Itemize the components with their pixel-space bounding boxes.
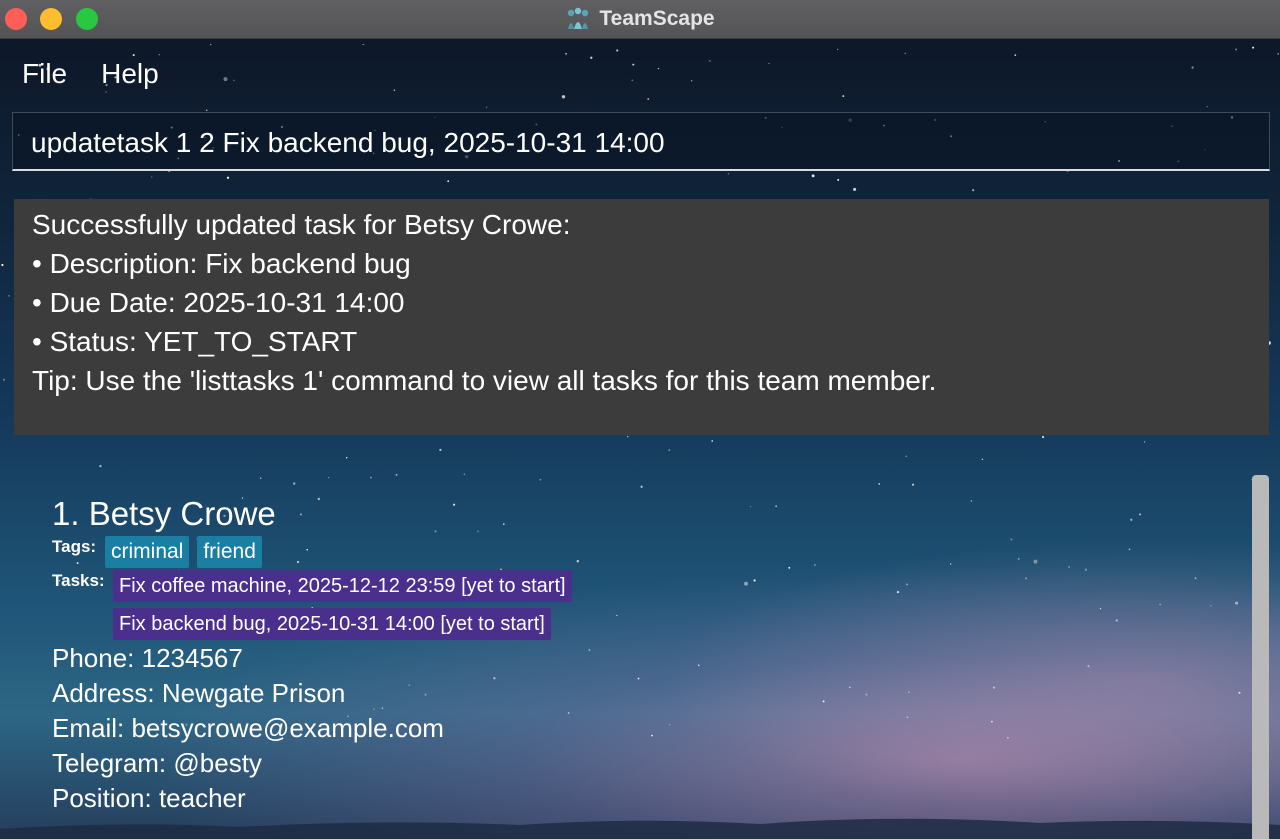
window-title-group: TeamScape [0, 0, 1280, 38]
task-chip: Fix backend bug, 2025-10-31 14:00 [yet t… [113, 608, 551, 640]
star [727, 172, 730, 175]
star [205, 109, 208, 112]
star [981, 458, 984, 461]
star [1143, 441, 1146, 443]
menu-bar: File Help [0, 44, 171, 104]
star [590, 56, 593, 59]
star [447, 180, 450, 183]
star [151, 176, 153, 178]
star [2, 378, 5, 381]
result-line: • Description: Fix backend bug [32, 248, 411, 279]
menu-help[interactable]: Help [101, 58, 159, 90]
star [904, 52, 906, 55]
email-field: Email: betsycrowe@example.com [52, 713, 444, 743]
star [99, 464, 102, 468]
star [1206, 105, 1208, 108]
star [1277, 53, 1279, 55]
tag-list: criminal friend [105, 536, 262, 568]
result-line: Successfully updated task for Betsy Crow… [32, 209, 571, 240]
star [485, 106, 488, 109]
person-list-scrollbar[interactable] [1252, 475, 1269, 839]
star [1014, 54, 1017, 56]
result-line: • Status: YET_TO_START [32, 326, 358, 357]
task-chip: Fix coffee machine, 2025-12-12 23:59 [ye… [113, 570, 572, 602]
title-bar: TeamScape [0, 0, 1280, 39]
star [1235, 48, 1238, 51]
star [223, 77, 228, 82]
tag: criminal [105, 536, 190, 568]
scrollbar-thumb[interactable] [1252, 475, 1269, 839]
tags-row: Tags: criminal friend [52, 536, 1202, 568]
person-name: 1. Betsy Crowe [52, 495, 276, 532]
address-field: Address: Newgate Prison [52, 678, 346, 708]
star [711, 440, 714, 442]
menu-file[interactable]: File [22, 58, 67, 90]
star [657, 67, 660, 70]
star [565, 52, 567, 55]
star [233, 79, 235, 82]
star [647, 98, 650, 100]
telegram-field: Telegram: @besty [52, 748, 262, 778]
command-input[interactable] [31, 123, 1251, 163]
star [905, 455, 908, 457]
position-field: Position: teacher [52, 783, 246, 813]
star [1042, 435, 1045, 439]
star [768, 62, 770, 65]
person-list[interactable]: 1. Betsy Crowe Tags: criminal friend Tas… [0, 470, 1246, 839]
command-box [12, 112, 1270, 171]
star [393, 89, 396, 92]
star [631, 79, 634, 82]
star [668, 449, 671, 451]
star [632, 63, 635, 66]
star [842, 95, 845, 98]
star [836, 48, 839, 51]
result-line: • Due Date: 2025-10-31 14:00 [32, 287, 405, 318]
result-display: Successfully updated task for Betsy Crow… [14, 199, 1269, 435]
tag: friend [197, 536, 262, 568]
tags-label: Tags: [52, 537, 97, 556]
star [811, 174, 815, 178]
star [853, 187, 857, 191]
star [439, 448, 442, 452]
tasks-label: Tasks: [52, 571, 105, 590]
star [1252, 46, 1255, 49]
star [226, 176, 230, 179]
star [626, 435, 629, 438]
person-card[interactable]: 1. Betsy Crowe Tags: criminal friend Tas… [52, 494, 1202, 816]
star [1191, 66, 1194, 69]
star [210, 44, 212, 46]
task-list: Fix coffee machine, 2025-12-12 23:59 [ye… [113, 570, 572, 640]
star [972, 189, 975, 192]
star [1, 263, 4, 267]
phone-field: Phone: 1234567 [52, 643, 243, 673]
tasks-row: Tasks: Fix coffee machine, 2025-12-12 23… [52, 570, 1202, 640]
result-line: Tip: Use the 'listtasks 1' command to vi… [32, 365, 937, 396]
teamscape-logo-icon [568, 7, 589, 29]
star [616, 49, 619, 52]
star [345, 456, 348, 459]
window-title: TeamScape [599, 7, 715, 30]
star [691, 80, 693, 82]
app-window: TeamScape File Help Successfully updated… [0, 0, 1280, 839]
star [362, 44, 365, 46]
star [561, 95, 566, 99]
star [8, 295, 10, 297]
star [837, 178, 840, 181]
star [708, 60, 711, 62]
